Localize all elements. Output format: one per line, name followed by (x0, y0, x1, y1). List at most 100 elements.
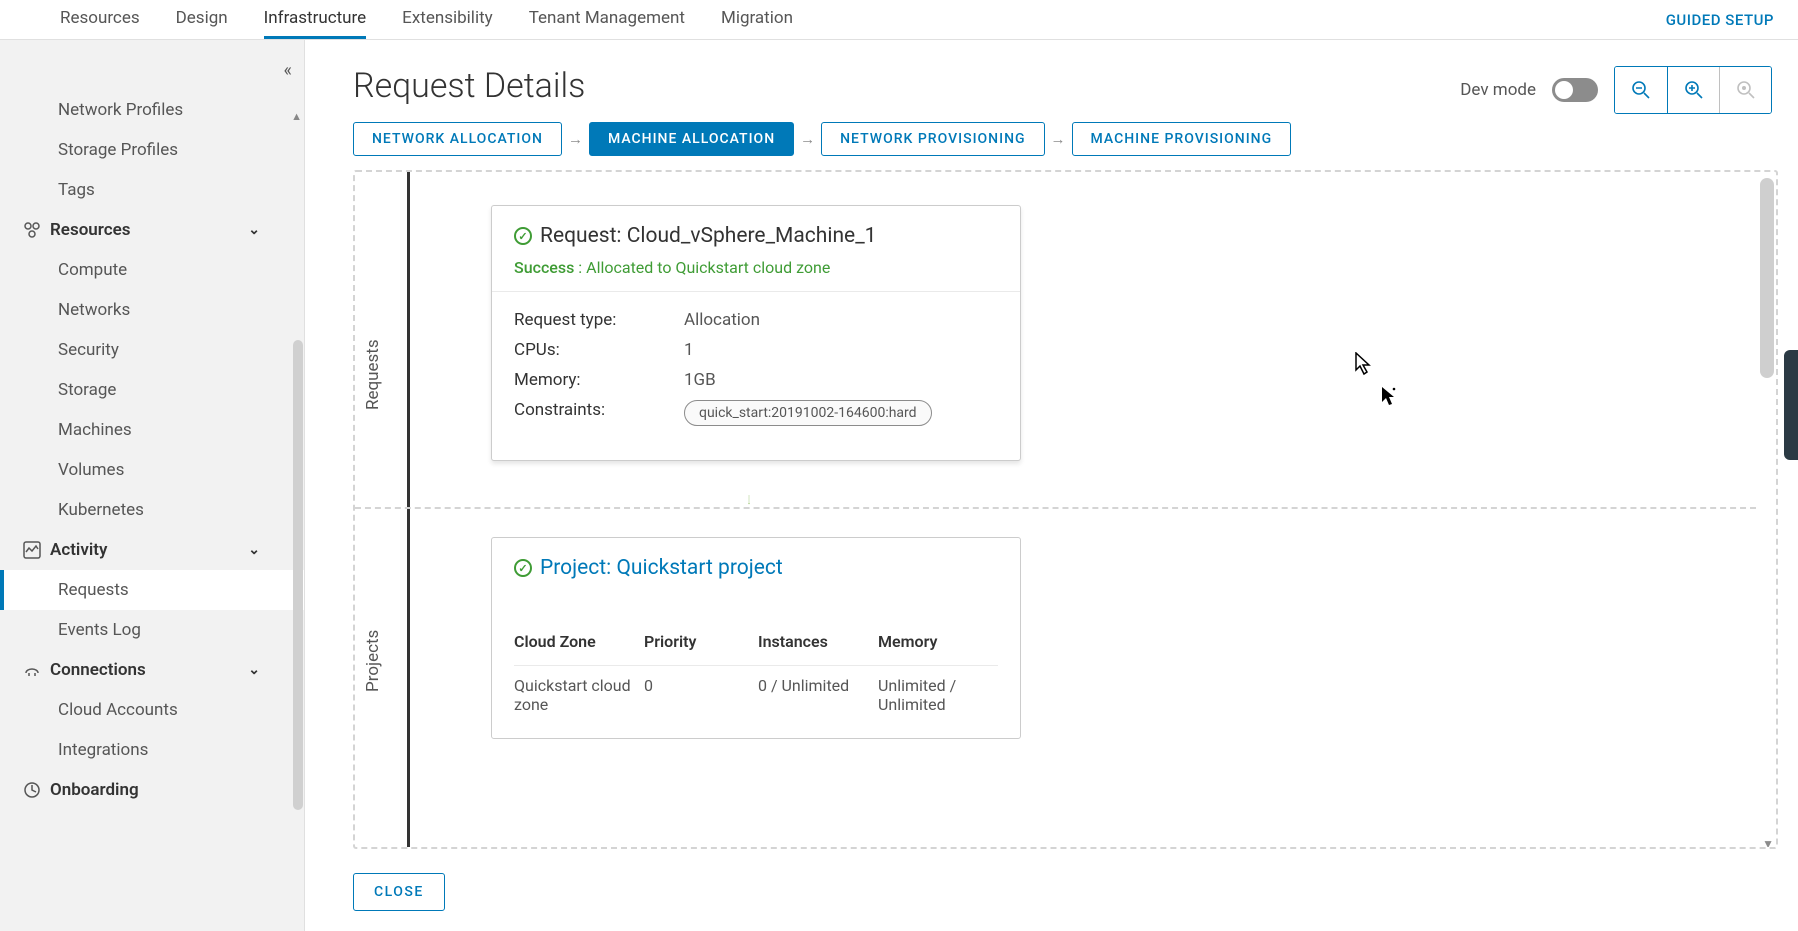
sidebar-scrollbar[interactable] (293, 340, 303, 810)
request-card-title: Request: Cloud_vSphere_Machine_1 (540, 224, 876, 248)
zoom-out-icon (1631, 80, 1651, 100)
sidebar-item-storage-profiles[interactable]: Storage Profiles (0, 130, 304, 170)
timeline-line (407, 172, 410, 847)
detail-scrollbar[interactable] (1760, 178, 1774, 841)
activity-icon (22, 541, 42, 559)
section-label-requests: Requests (363, 339, 383, 410)
column-priority: Priority (644, 624, 758, 666)
value-cpus: 1 (684, 340, 694, 360)
zoom-in-button[interactable] (1667, 67, 1719, 113)
sidebar-item-machines[interactable]: Machines (0, 410, 304, 450)
step-machine-provisioning[interactable]: MACHINE PROVISIONING (1072, 122, 1292, 156)
sidebar-item-cloud-accounts[interactable]: Cloud Accounts (0, 690, 304, 730)
scroll-thumb[interactable] (1760, 178, 1774, 378)
sidebar: « ▲ Network Profiles Storage Profiles Ta… (0, 40, 305, 931)
zoom-fit-icon (1736, 80, 1756, 100)
table-row: Quickstart cloud zone 0 0 / Unlimited Un… (514, 666, 998, 715)
label-cpus: CPUs: (514, 340, 684, 360)
project-card-title-row: ✓ Project: Quickstart project (514, 556, 998, 580)
cell-priority: 0 (644, 666, 758, 715)
sidebar-item-volumes[interactable]: Volumes (0, 450, 304, 490)
status-success: Success (514, 258, 574, 277)
label-memory: Memory: (514, 370, 684, 390)
sidebar-item-label: Networks (58, 300, 130, 320)
column-cloud-zone: Cloud Zone (514, 624, 644, 666)
project-zone-table: Cloud Zone Priority Instances Memory Qui… (514, 624, 998, 714)
tab-design[interactable]: Design (176, 0, 228, 39)
sidebar-item-requests[interactable]: Requests (0, 570, 304, 610)
sidebar-group-onboarding[interactable]: Onboarding (0, 770, 304, 810)
status-detail: : Allocated to Quickstart cloud zone (574, 258, 830, 277)
content-area: Request Details Dev mode NETW (305, 40, 1798, 931)
close-button[interactable]: CLOSE (353, 873, 445, 911)
sidebar-item-integrations[interactable]: Integrations (0, 730, 304, 770)
tab-extensibility[interactable]: Extensibility (402, 0, 493, 39)
connections-icon (22, 661, 42, 679)
zoom-fit-button (1719, 67, 1771, 113)
value-memory: 1GB (684, 370, 716, 390)
project-card[interactable]: ✓ Project: Quickstart project Cloud Zone… (491, 537, 1021, 739)
chevron-down-icon: ⌄ (248, 222, 260, 238)
top-nav: Resources Design Infrastructure Extensib… (0, 0, 1798, 40)
request-card[interactable]: ✓ Request: Cloud_vSphere_Machine_1 Succe… (491, 205, 1021, 461)
sidebar-group-label: Resources (50, 220, 131, 240)
sidebar-item-label: Requests (58, 580, 129, 600)
page-title: Request Details (353, 66, 585, 106)
tab-infrastructure[interactable]: Infrastructure (264, 0, 367, 39)
section-label-projects: Projects (363, 630, 383, 692)
onboarding-icon (22, 781, 42, 799)
sidebar-group-label: Onboarding (50, 780, 139, 800)
sidebar-item-security[interactable]: Security (0, 330, 304, 370)
sidebar-group-label: Activity (50, 540, 107, 560)
allocation-steps: NETWORK ALLOCATION → MACHINE ALLOCATION … (353, 122, 1778, 156)
sidebar-item-label: Network Profiles (58, 100, 183, 120)
success-check-icon: ✓ (514, 559, 532, 577)
sidebar-collapse-button[interactable]: « (284, 60, 292, 81)
sidebar-item-networks[interactable]: Networks (0, 290, 304, 330)
sidebar-group-resources[interactable]: Resources ⌄ (0, 210, 304, 250)
sidebar-item-label: Volumes (58, 460, 124, 480)
sidebar-item-label: Events Log (58, 620, 141, 640)
guided-setup-link[interactable]: GUIDED SETUP (1666, 11, 1774, 29)
dev-mode-label: Dev mode (1460, 80, 1536, 100)
sidebar-item-label: Machines (58, 420, 132, 440)
project-card-title[interactable]: Project: Quickstart project (540, 556, 783, 580)
cell-memory: Unlimited / Unlimited (878, 666, 998, 715)
sidebar-item-label: Integrations (58, 740, 148, 760)
sidebar-item-compute[interactable]: Compute (0, 250, 304, 290)
column-instances: Instances (758, 624, 878, 666)
success-check-icon: ✓ (514, 227, 532, 245)
arrow-right-icon: → (568, 130, 583, 148)
top-nav-tabs: Resources Design Infrastructure Extensib… (60, 0, 793, 39)
cursor-icon (1381, 386, 1397, 408)
step-network-provisioning[interactable]: NETWORK PROVISIONING (821, 122, 1044, 156)
constraint-tag[interactable]: quick_start:20191002-164600:hard (684, 400, 932, 426)
sidebar-group-connections[interactable]: Connections ⌄ (0, 650, 304, 690)
chevron-down-icon: ⌄ (248, 662, 260, 678)
sidebar-item-storage[interactable]: Storage (0, 370, 304, 410)
support-tab[interactable] (1784, 350, 1798, 460)
scroll-up-arrow-icon: ▲ (291, 110, 302, 123)
sidebar-item-kubernetes[interactable]: Kubernetes (0, 490, 304, 530)
value-request-type: Allocation (684, 310, 760, 330)
sidebar-item-events-log[interactable]: Events Log (0, 610, 304, 650)
tab-migration[interactable]: Migration (721, 0, 793, 39)
scroll-down-arrow-icon: ▼ (1762, 837, 1774, 849)
section-divider (355, 507, 1756, 509)
sidebar-group-activity[interactable]: Activity ⌄ (0, 530, 304, 570)
column-memory: Memory (878, 624, 998, 666)
sidebar-item-label: Security (58, 340, 119, 360)
dev-mode-toggle[interactable] (1552, 78, 1598, 102)
tab-resources[interactable]: Resources (60, 0, 140, 39)
step-network-allocation[interactable]: NETWORK ALLOCATION (353, 122, 562, 156)
zoom-out-button[interactable] (1615, 67, 1667, 113)
chevron-double-left-icon: « (284, 60, 292, 81)
sidebar-item-network-profiles[interactable]: Network Profiles (0, 90, 304, 130)
resources-icon (22, 221, 42, 239)
label-request-type: Request type: (514, 310, 684, 330)
sidebar-group-label: Connections (50, 660, 146, 680)
label-constraints: Constraints: (514, 400, 684, 426)
tab-tenant-management[interactable]: Tenant Management (529, 0, 685, 39)
sidebar-item-tags[interactable]: Tags (0, 170, 304, 210)
step-machine-allocation[interactable]: MACHINE ALLOCATION (589, 122, 794, 156)
